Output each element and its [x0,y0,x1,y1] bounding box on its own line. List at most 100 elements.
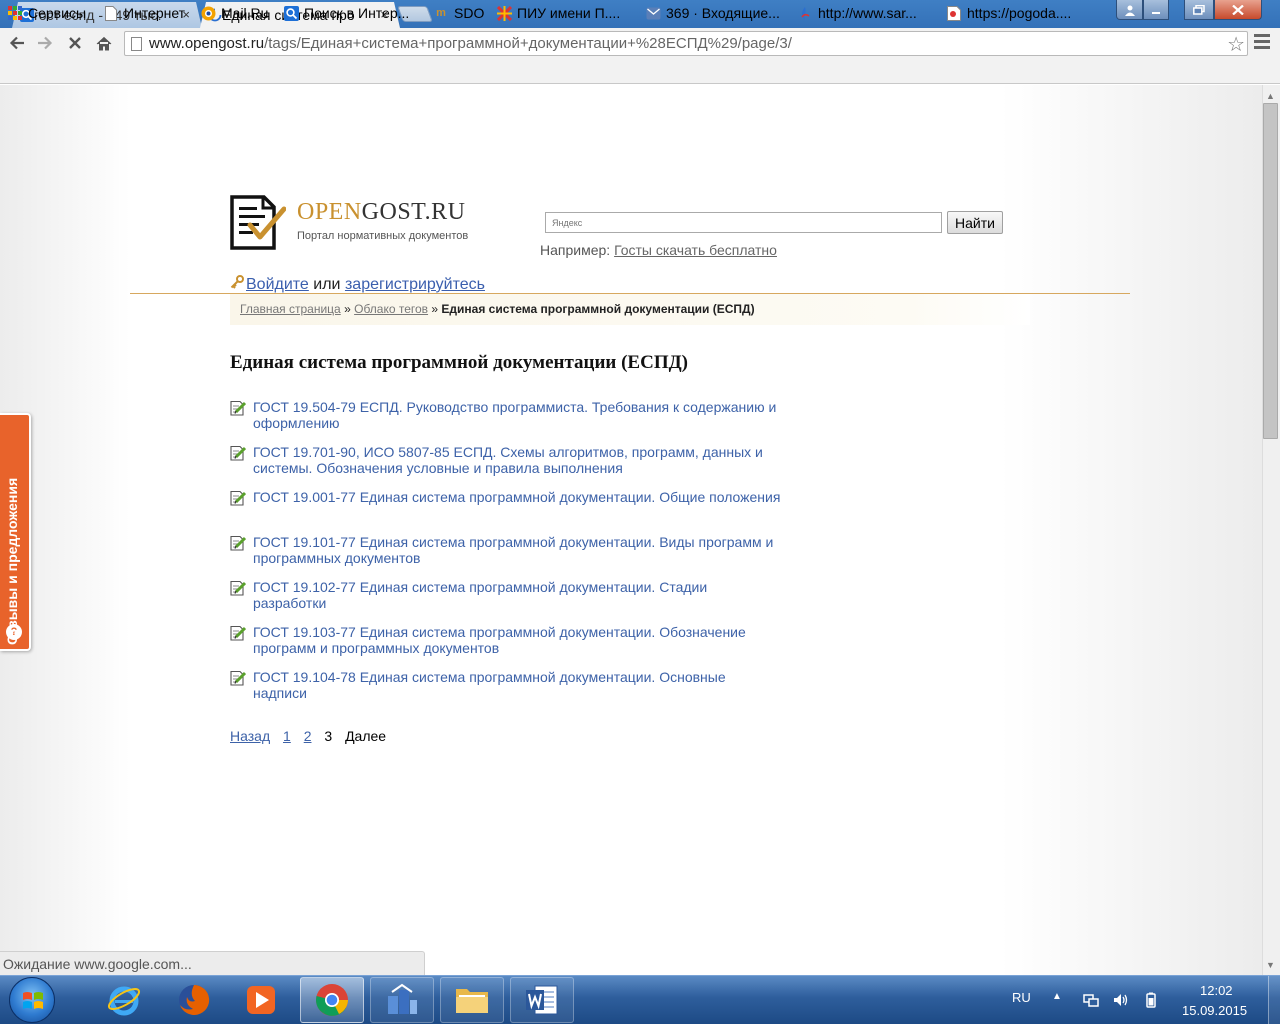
mail-icon [645,5,661,21]
breadcrumb-home-link[interactable]: Главная страница [240,302,341,316]
document-link[interactable]: ГОСТ 19.101-77 Единая система программно… [253,534,783,566]
document-list-item: ГОСТ 19.102-77 Единая система программно… [230,579,790,624]
page-icon [131,37,142,51]
home-icon [96,36,112,50]
chrome-menu-button[interactable] [1254,34,1270,52]
taskbar-explorer[interactable] [440,977,504,1023]
pagination-back-link[interactable]: Назад [230,728,270,744]
windows-flag-icon [23,992,43,1009]
breadcrumb: Главная страница » Облако тегов » Единая… [230,294,1030,325]
bookmark-label: Сервисы [28,5,87,21]
tray-clock-time[interactable]: 12:02 [1200,983,1233,998]
search-example: Например: Госты скачать бесплатно [540,242,777,258]
bookmark-sar[interactable]: http://www.sar... [797,4,917,22]
taskbar-word[interactable] [510,977,574,1023]
logo-gost-text: GOST.RU [361,199,466,225]
login-link[interactable]: Войдите [246,276,309,293]
breadcrumb-current: Единая система программной документации … [441,302,755,316]
back-button[interactable] [6,32,28,54]
address-bar[interactable]: www.opengost.ru/tags/Единая+система+прог… [124,31,1248,56]
document-link[interactable]: ГОСТ 19.103-77 Единая система программно… [253,624,783,656]
url-text[interactable]: www.opengost.ru/tags/Единая+система+прог… [149,35,792,52]
pagination-page-2[interactable]: 2 [304,728,312,744]
scrollbar-thumb[interactable] [1263,103,1278,439]
register-link[interactable]: зарегистрируйтесь [345,276,485,293]
tray-expand-arrow-icon[interactable]: ▲ [1052,991,1062,1002]
mailru-icon [200,5,216,21]
bookmark-pogoda[interactable]: https://pogoda.... [946,4,1071,22]
bookmark-search[interactable]: Поиск в Интер... [283,4,409,22]
breadcrumb-separator: » [344,302,351,316]
document-list-item: ГОСТ 19.504-79 ЕСПД. Руководство програм… [230,399,790,444]
bookmark-sdo[interactable]: m SDO [433,4,484,22]
search-icon [283,5,299,21]
taskbar-ie[interactable] [92,977,156,1023]
volume-tray-icon[interactable] [1113,992,1129,1008]
document-link[interactable]: ГОСТ 19.102-77 Единая система программно… [253,579,783,611]
auth-or-text: или [313,276,341,293]
bookmark-inbox[interactable]: 369 · Входящие... [645,4,780,22]
document-edit-icon [230,490,246,506]
link-icon [797,5,813,21]
apps-icon [7,5,23,21]
bookmark-mailru[interactable]: Mail.Ru [200,4,268,22]
page-title: Единая система программной документации … [230,352,689,373]
search-input[interactable] [545,212,942,233]
breadcrumb-tags-link[interactable]: Облако тегов [354,302,428,316]
url-host: www.opengost.ru [149,35,265,52]
explorer-icon [456,989,488,1013]
scroll-up-arrow-icon[interactable]: ▲ [1266,91,1275,101]
user-icon[interactable] [1116,0,1143,20]
network-app-icon [388,983,417,1014]
feedback-tab[interactable]: ? Отзывы и предложения [0,413,31,651]
taskbar-firefox[interactable] [162,977,226,1023]
minimize-button[interactable] [1143,0,1169,20]
media-player-icon [247,986,275,1014]
taskbar-network-app[interactable] [370,977,434,1023]
bookmark-label: Mail.Ru [221,5,269,21]
pagination-page-1[interactable]: 1 [283,728,291,744]
logo-open-text: OPEN [297,199,362,225]
tray-clock-date[interactable]: 15.09.2015 [1182,1003,1247,1018]
search-button[interactable]: Найти [947,211,1003,234]
bookmark-label: SDO [454,5,485,21]
stop-button[interactable] [64,32,86,54]
page-icon [103,5,119,21]
document-link[interactable]: ГОСТ 19.701-90, ИСО 5807-85 ЕСПД. Схемы … [253,444,783,476]
document-link[interactable]: ГОСТ 19.104-78 Единая система программно… [253,669,783,701]
document-list: ГОСТ 19.504-79 ЕСПД. Руководство програм… [230,399,790,714]
bookmark-apps[interactable]: Сервисы [7,4,86,22]
window-close-button[interactable] [1214,0,1262,20]
document-edit-icon [230,580,246,596]
document-link[interactable]: ГОСТ 19.504-79 ЕСПД. Руководство програм… [253,399,783,431]
bookmark-internet[interactable]: Интернет [103,4,185,22]
feedback-label: Отзывы и предложения [4,477,20,645]
scroll-down-arrow-icon[interactable]: ▼ [1266,960,1275,970]
bookmark-star-icon[interactable]: ☆ [1227,32,1245,57]
restore-button[interactable] [1184,0,1214,20]
start-button[interactable] [9,977,55,1023]
taskbar-media-player[interactable] [229,977,293,1023]
network-tray-icon[interactable] [1083,992,1099,1008]
pagination: Назад 1 2 3 Далее [230,728,395,744]
document-edit-icon [230,625,246,641]
breadcrumb-separator: » [431,302,439,316]
site-logo-title[interactable]: OPENGOST.RU [297,199,465,226]
back-arrow-icon [9,36,24,50]
word-icon [526,985,558,1015]
document-link[interactable]: ГОСТ 19.001-77 Единая система программно… [253,489,783,505]
battery-tray-icon[interactable] [1143,992,1159,1008]
home-button[interactable] [93,32,115,54]
url-path: /tags/Единая+система+программной+докумен… [264,35,792,52]
document-edit-icon [230,670,246,686]
chrome-icon [316,984,348,1016]
taskbar-chrome[interactable] [300,977,364,1023]
bookmark-piu[interactable]: ПИУ имени П.... [496,4,620,22]
document-check-logo-icon[interactable] [230,195,286,251]
forward-button[interactable] [34,32,56,54]
show-desktop-button[interactable] [1268,976,1280,1024]
document-list-item: ГОСТ 19.104-78 Единая система программно… [230,669,790,714]
tray-language[interactable]: RU [1012,990,1031,1005]
search-example-link[interactable]: Госты скачать бесплатно [614,242,777,258]
document-list-item: ГОСТ 19.103-77 Единая система программно… [230,624,790,669]
